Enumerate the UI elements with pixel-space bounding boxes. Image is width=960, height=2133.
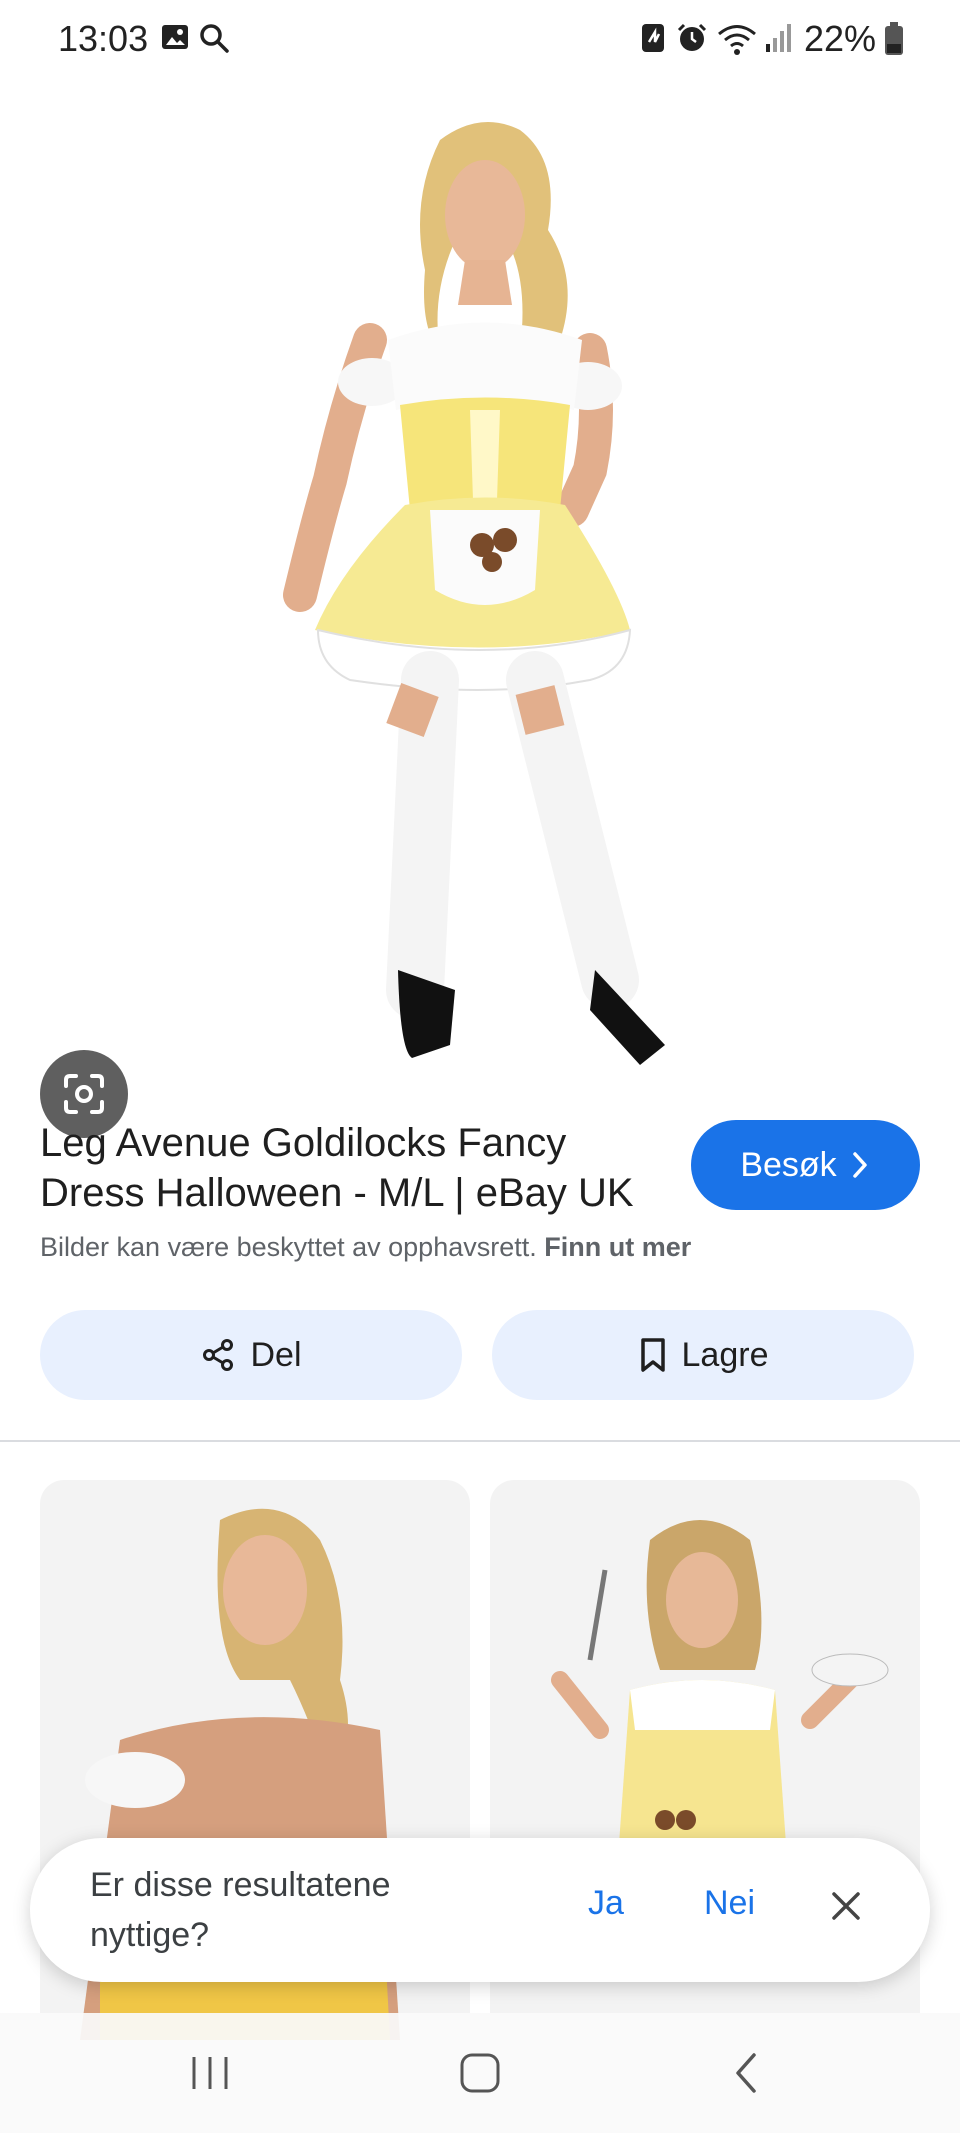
learn-more-link[interactable]: Finn ut mer (544, 1232, 691, 1262)
visit-label: Besøk (740, 1145, 837, 1184)
search-icon (198, 22, 230, 59)
close-icon[interactable] (826, 1886, 866, 1931)
signal-icon (764, 22, 794, 59)
save-button[interactable]: Lagre (492, 1310, 914, 1400)
feedback-question: Er disse resultatene nyttige? (90, 1866, 391, 1954)
chevron-right-icon (852, 1152, 867, 1178)
lens-icon (64, 1074, 104, 1114)
copyright-text: Bilder kan være beskyttet av opphavsrett… (40, 1232, 537, 1262)
result-title[interactable]: Leg Avenue Goldilocks Fancy Dress Hallow… (40, 1118, 660, 1218)
copyright-notice: Bilder kan være beskyttet av opphavsrett… (40, 1232, 691, 1263)
home-icon[interactable] (458, 2051, 502, 2100)
alarm-icon (676, 22, 708, 59)
main-result-image[interactable] (0, 90, 960, 1138)
save-label: Lagre (681, 1335, 769, 1374)
battery-icon (884, 22, 904, 61)
costume-illustration (283, 122, 665, 1065)
share-button[interactable]: Del (40, 1310, 462, 1400)
share-icon (203, 1339, 234, 1371)
gallery-icon (160, 22, 190, 57)
feedback-prompt: Er disse resultatene nyttige? Ja Nei (30, 1838, 930, 1982)
recent-apps-icon[interactable] (188, 2053, 232, 2098)
system-navigation-bar (0, 2013, 960, 2133)
status-bar: 13:03 22% (0, 0, 960, 80)
feedback-no-button[interactable]: Nei (704, 1884, 755, 1923)
wifi-icon (716, 22, 758, 61)
battery-percent: 22% (804, 18, 877, 59)
nfc-icon (640, 22, 666, 59)
visit-button[interactable]: Besøk (691, 1120, 920, 1210)
bookmark-icon (640, 1338, 665, 1372)
feedback-yes-button[interactable]: Ja (588, 1884, 624, 1923)
status-time: 13:03 (58, 18, 149, 59)
section-divider (0, 1440, 960, 1442)
back-icon[interactable] (730, 2051, 762, 2100)
share-label: Del (250, 1335, 302, 1374)
